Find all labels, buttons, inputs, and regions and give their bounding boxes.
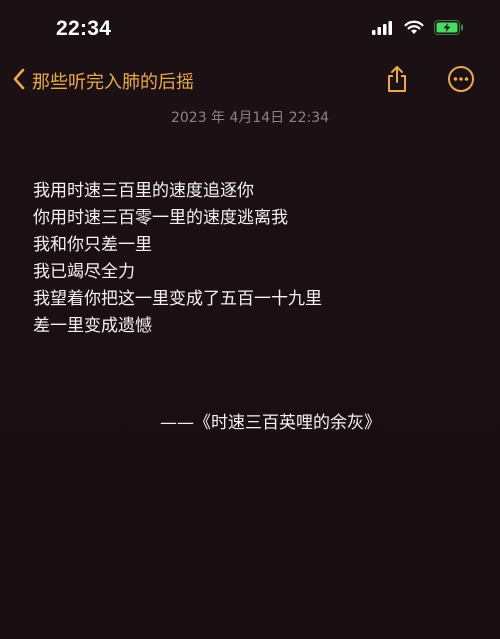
- share-icon: [385, 65, 409, 97]
- share-button[interactable]: [380, 64, 414, 98]
- note-line: 我已竭尽全力: [33, 262, 135, 282]
- status-time: 22:34: [56, 17, 112, 40]
- back-button[interactable]: 那些听完入肺的后摇: [12, 66, 194, 96]
- note-attribution: ——《时速三百英哩的余灰》: [160, 413, 381, 433]
- back-label: 那些听完入肺的后摇: [32, 72, 194, 93]
- nav-bar: 那些听完入肺的后摇: [0, 60, 500, 104]
- note-line: 我和你只差一里: [33, 235, 152, 255]
- note-line: 我用时速三百里的速度追逐你: [33, 181, 254, 201]
- note-line: 差一里变成遗憾: [33, 316, 152, 336]
- note-line: 你用时速三百零一里的速度逃离我: [33, 208, 288, 228]
- status-bar: 22:34: [0, 0, 500, 56]
- battery-charging-icon: [434, 19, 464, 39]
- more-button[interactable]: [444, 64, 478, 98]
- status-icons: [372, 19, 464, 39]
- note-timestamp: 2023 年 4月14日 22:34: [170, 110, 330, 126]
- note-line: 我望着你把这一里变成了五百一十九里: [33, 289, 322, 309]
- more-icon: [447, 65, 475, 97]
- signal-icon: [372, 20, 394, 39]
- wifi-icon: [404, 20, 424, 39]
- note-body[interactable]: 我用时速三百里的速度追逐你 你用时速三百零一里的速度逃离我 我和你只差一里 我已…: [33, 178, 473, 340]
- chevron-left-icon: [12, 68, 26, 94]
